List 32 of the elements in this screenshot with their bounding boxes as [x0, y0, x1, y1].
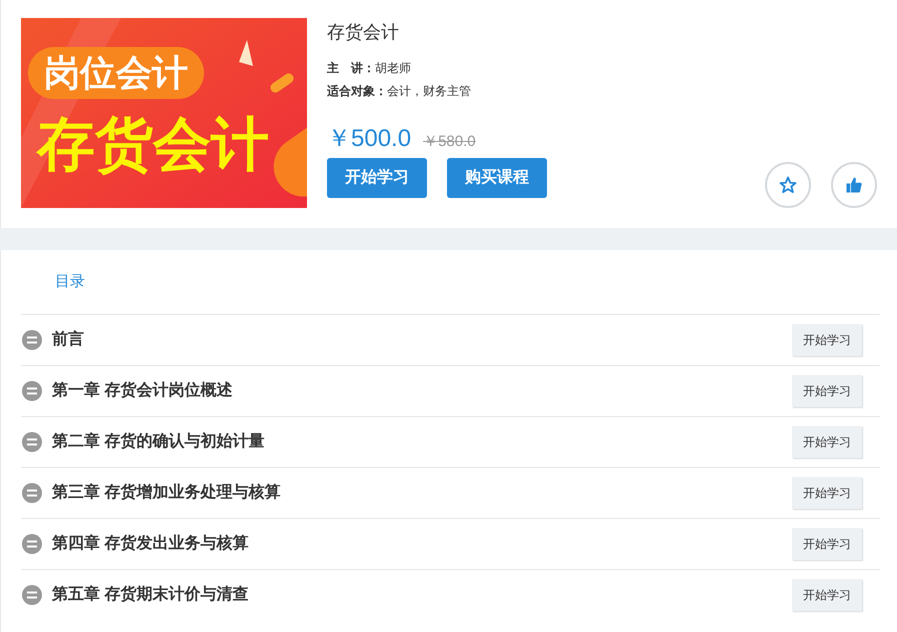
chapter-title: 第四章 存货发出业务与核算: [52, 533, 248, 554]
favorite-button[interactable]: [765, 162, 811, 208]
start-learning-button[interactable]: 开始学习: [792, 375, 862, 407]
start-learning-button[interactable]: 开始学习: [792, 426, 862, 458]
original-price: ￥580.0: [423, 132, 476, 152]
chapter-icon: [22, 534, 42, 554]
price: ￥500.0: [327, 125, 412, 153]
course-title: 存货会计: [327, 21, 400, 44]
start-learning-button[interactable]: 开始学习: [792, 528, 862, 560]
chapter-icon: [22, 585, 42, 605]
course-info: 适合对象：会计，财务主管: [327, 83, 472, 99]
buy-course-button[interactable]: 购买课程: [447, 158, 547, 198]
start-learning-button[interactable]: 开始学习: [327, 158, 427, 198]
course-info: 主 讲：胡老师: [327, 60, 412, 76]
chapter-title: 第一章 存货会计岗位概述: [52, 380, 232, 401]
cover-badge: 岗位会计: [28, 47, 204, 99]
chapter-title: 前言: [52, 329, 84, 350]
like-button[interactable]: [831, 162, 877, 208]
catalog-tab[interactable]: 目录: [55, 270, 85, 294]
thumbs-up-icon: [845, 176, 863, 194]
chapter-icon: [22, 432, 42, 452]
start-learning-button[interactable]: 开始学习: [792, 579, 862, 611]
start-learning-button[interactable]: 开始学习: [792, 477, 862, 509]
chapter-title: 第三章 存货增加业务处理与核算: [52, 482, 280, 503]
chapter-icon: [22, 381, 42, 401]
chapter-title: 第五章 存货期末计价与清查: [52, 584, 248, 605]
start-learning-button[interactable]: 开始学习: [792, 324, 862, 356]
chapter-icon: [22, 330, 42, 350]
chapter-icon: [22, 483, 42, 503]
chapter-title: 第二章 存货的确认与初始计量: [52, 431, 264, 452]
star-icon: [779, 176, 797, 194]
cover-title: 存货会计: [37, 111, 269, 179]
